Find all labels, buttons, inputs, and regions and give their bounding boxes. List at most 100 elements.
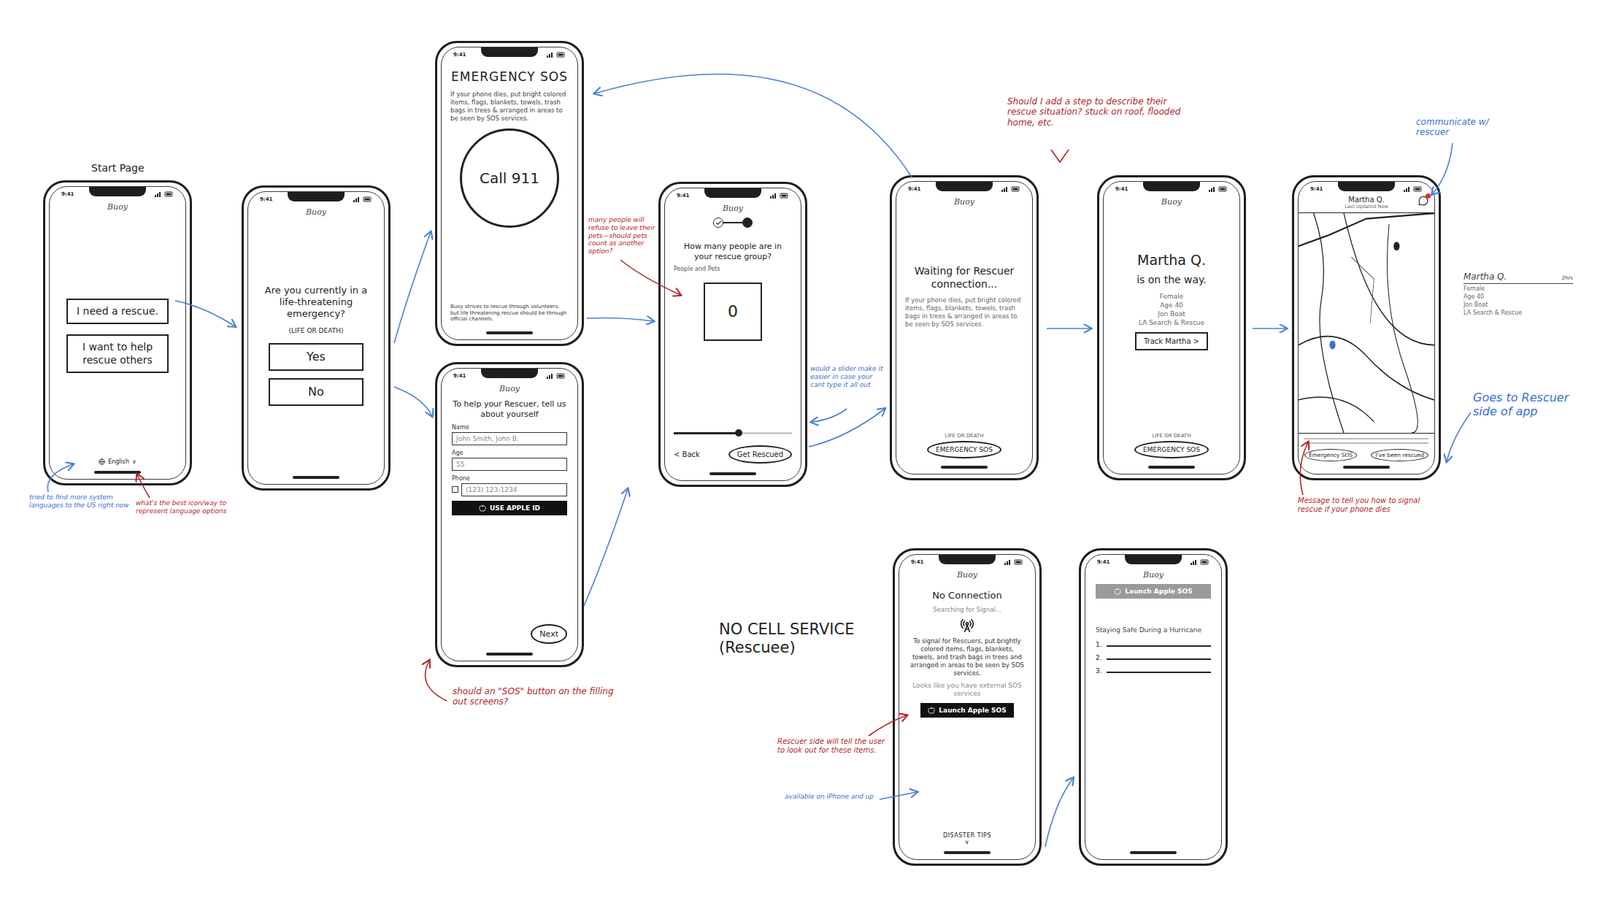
annotation: many people will refuse to leave their p…	[588, 216, 656, 256]
status-time: 9:41	[259, 196, 273, 203]
no-connection-heading: No Connection	[932, 589, 1002, 602]
field-input[interactable]: John Smith, John B.	[451, 432, 568, 446]
home-indicator	[940, 465, 988, 469]
phone-screen: 9:41Buoy Are you currently in a life-thre…	[247, 191, 385, 485]
app-title: Buoy	[664, 200, 801, 215]
launch-apple-sos-button[interactable]: Launch Apple SOS	[920, 702, 1014, 718]
app-title: Buoy	[49, 198, 186, 214]
progress-steps	[713, 217, 753, 228]
tracking-name: Martha Q.	[1348, 195, 1384, 204]
annotation: what's the best icon/way to represent la…	[135, 499, 231, 516]
group-question: How many people are in your rescue group…	[673, 241, 792, 263]
status-icons	[546, 51, 566, 58]
track-button[interactable]: Track Martha >	[1135, 332, 1209, 351]
tips-heading: Staying Safe During a Hurricane	[1095, 626, 1211, 636]
check-icon	[715, 219, 722, 227]
field-input[interactable]: 55	[451, 457, 568, 471]
back-button[interactable]: < Back	[673, 450, 700, 459]
sos-note: LIFE OR DEATH	[945, 432, 984, 439]
phone-screen: 9:41BuoyTo help your Rescuer, tell us ab…	[440, 367, 579, 662]
status-time: 9:41	[453, 372, 466, 379]
launch-apple-sos-banner[interactable]: Launch Apple SOS	[1095, 583, 1211, 599]
emergency-question: Are you currently in a life-threatening …	[256, 284, 376, 321]
start-option-button[interactable]: I want to help rescue others	[66, 334, 169, 373]
rescuer-name: Martha Q.	[1137, 251, 1206, 268]
field-input[interactable]: (123) 123-1234	[461, 483, 568, 497]
phone-notch	[935, 181, 993, 192]
phone-notch	[287, 191, 345, 202]
home-indicator	[1148, 465, 1195, 469]
external-sos-text: Looks like you have external SOS service…	[909, 681, 1025, 699]
card-detail: Jon Boat	[1463, 301, 1573, 309]
field-label: Age	[451, 449, 568, 457]
people-slider[interactable]	[673, 432, 792, 435]
phone-screen: 9:41Martha Q.Last Updated NowEmergency S…	[1297, 181, 1436, 475]
form-field: Age55	[451, 449, 568, 471]
emergency-sos-button[interactable]: EMERGENCY SOS	[1134, 440, 1209, 459]
phone-screen: 9:41BuoyWaiting for Rescuer connection..…	[895, 181, 1033, 475]
field-label: Name	[451, 424, 568, 431]
app-title: Buoy	[1085, 566, 1222, 582]
app-title: Buoy	[248, 203, 384, 219]
sos-fine-print: Buoy strives to rescue through volunteer…	[450, 303, 569, 323]
step-dot	[713, 217, 724, 228]
status-icons	[770, 192, 790, 199]
sos-note: LIFE OR DEATH	[1152, 432, 1192, 439]
status-icons	[546, 372, 566, 379]
field-label: Phone	[451, 475, 568, 482]
flag-icon	[451, 486, 459, 493]
step-dot	[742, 217, 753, 228]
status-icons	[1004, 559, 1024, 565]
signal-tip: To signal for Rescuers, put brightly col…	[909, 637, 1025, 678]
tip-item: 1.	[1095, 640, 1211, 649]
answer-button[interactable]: Yes	[268, 343, 364, 371]
rescuer-details: FemaleAge 40Jon BoatLA Search & Rescue	[1138, 292, 1205, 327]
sos-tip: If your phone dies, put bright colored i…	[450, 90, 569, 123]
status-icons	[1208, 186, 1228, 192]
answer-button[interactable]: No	[268, 378, 364, 406]
card-name: Martha Q.	[1463, 271, 1507, 282]
home-indicator	[943, 851, 991, 855]
get-rescued-button[interactable]: Get Rescued	[728, 445, 792, 464]
apple-icon	[478, 504, 487, 512]
chat-button[interactable]	[1418, 194, 1429, 209]
next-button[interactable]: Next	[530, 624, 568, 644]
status-time: 9:41	[1097, 559, 1110, 565]
card-detail: LA Search & Rescue	[1463, 309, 1573, 317]
status-time: 9:41	[1115, 186, 1128, 192]
form-field: NameJohn Smith, John B.	[451, 424, 568, 446]
tracking-action-button[interactable]: Emergency SOS	[1304, 448, 1357, 462]
emergency-sos-button[interactable]: EMERGENCY SOS	[927, 440, 1002, 459]
start-option-button[interactable]: I need a rescue.	[66, 298, 169, 325]
people-counter[interactable]: 0	[703, 282, 763, 341]
tracking-action-button[interactable]: I've been rescued	[1370, 448, 1429, 462]
chat-badge	[1425, 193, 1431, 199]
card-detail: Female	[1463, 285, 1573, 292]
annotation: Should I add a step to describe their re…	[1007, 96, 1190, 128]
no-connection-phone: 9:41BuoyNo ConnectionSearching for Signa…	[892, 548, 1042, 866]
status-time: 9:41	[676, 192, 690, 199]
home-indicator	[709, 472, 757, 476]
map-icon[interactable]	[1298, 213, 1435, 433]
language-selector[interactable]: English∨	[49, 458, 186, 467]
waiting-heading: Waiting for Rescuer connection...	[905, 264, 1024, 291]
apple-id-button[interactable]: USE APPLE ID	[451, 500, 568, 516]
annotation: should an "SOS" button on the filling ou…	[452, 686, 628, 708]
searching-text: Searching for Signal...	[932, 605, 1002, 614]
card-time: 2hrs	[1562, 275, 1573, 282]
start-phone: 9:41BuoyI need a rescue.I want to help r…	[43, 180, 192, 486]
phone-notch	[1124, 554, 1182, 565]
sos-title: EMERGENCY SOS	[451, 69, 568, 85]
map[interactable]	[1298, 213, 1435, 433]
status-time: 9:41	[453, 51, 466, 58]
phone-notch	[1143, 181, 1200, 192]
form-field: Phone(123) 123-1234	[451, 475, 568, 497]
waiting-tip: If your phone dies, put bright colored i…	[905, 296, 1024, 329]
status-icons	[1403, 186, 1423, 192]
disaster-tips-toggle[interactable]: DISASTER TIPS∨	[943, 832, 992, 846]
status-icons	[154, 191, 174, 198]
phone-screen: 9:41BuoyMartha Q.is on the way.FemaleAge…	[1102, 181, 1241, 475]
call-911-button[interactable]: Call 911	[459, 128, 560, 228]
home-indicator	[486, 652, 533, 656]
annotation: available on iPhone and up	[784, 792, 880, 801]
